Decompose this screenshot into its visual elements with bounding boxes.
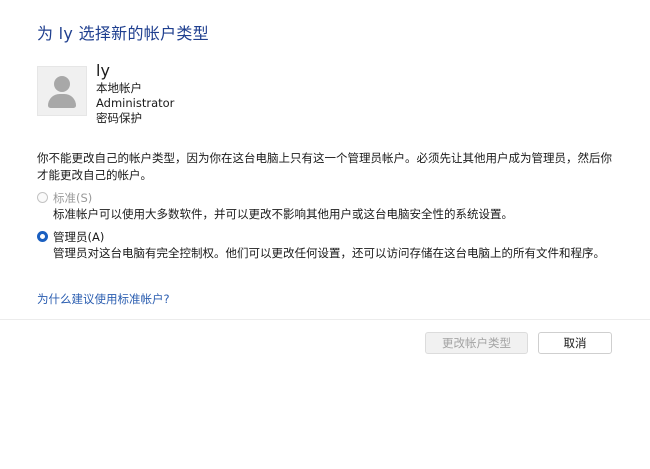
standard-radio bbox=[37, 192, 48, 203]
standard-option-description: 标准帐户可以使用大多数软件，并可以更改不影响其他用户或这台电脑安全性的系统设置。 bbox=[53, 207, 513, 221]
account-type: Administrator bbox=[96, 96, 175, 110]
avatar-head-shape bbox=[54, 76, 70, 92]
page-title: 为 ly 选择新的帐户类型 bbox=[37, 24, 209, 43]
administrator-option-description: 管理员对这台电脑有完全控制权。他们可以更改任何设置，还可以访问存储在这台电脑上的… bbox=[53, 246, 605, 260]
standard-option-label: 标准(S) bbox=[53, 190, 93, 205]
user-info: ly 本地帐户 Administrator 密码保护 bbox=[96, 62, 174, 126]
footer-divider bbox=[0, 319, 650, 320]
change-account-type-page: 为 ly 选择新的帐户类型 ly 本地帐户 Administrator 密码保护… bbox=[0, 0, 650, 469]
user-name: ly bbox=[96, 61, 110, 80]
cancel-button[interactable]: 取消 bbox=[538, 332, 612, 354]
administrator-option[interactable]: 管理员(A) bbox=[37, 229, 104, 244]
administrator-option-label[interactable]: 管理员(A) bbox=[53, 229, 104, 245]
avatar-body-shape bbox=[48, 94, 76, 108]
user-card: ly 本地帐户 Administrator 密码保护 bbox=[37, 62, 174, 126]
user-avatar-icon bbox=[37, 66, 87, 116]
change-account-type-button: 更改帐户类型 bbox=[425, 332, 528, 354]
cannot-change-notice: 你不能更改自己的帐户类型，因为你在这台电脑上只有这一个管理员帐户。必须先让其他用… bbox=[37, 151, 612, 182]
why-standard-account-link[interactable]: 为什么建议使用标准帐户? bbox=[37, 291, 170, 307]
administrator-radio[interactable] bbox=[37, 231, 48, 242]
standard-option: 标准(S) bbox=[37, 190, 92, 205]
account-location: 本地帐户 bbox=[96, 81, 142, 95]
password-status: 密码保护 bbox=[96, 111, 142, 125]
